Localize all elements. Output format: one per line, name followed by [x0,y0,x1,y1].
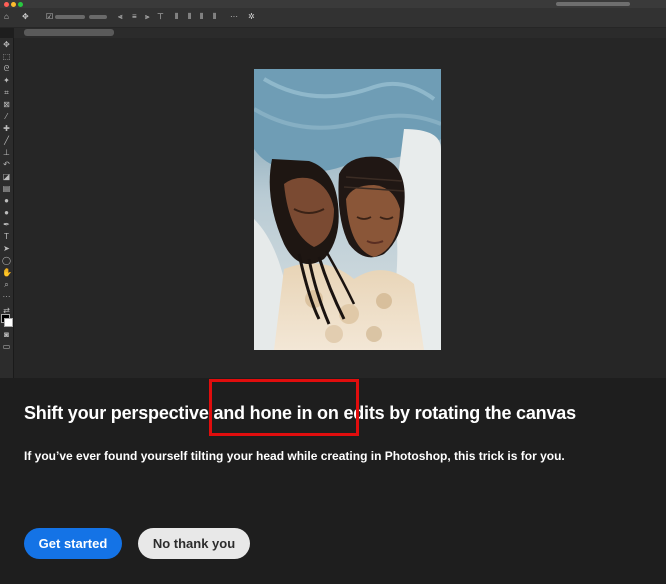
onboarding-description: If you’ve ever found yourself tilting yo… [24,449,565,463]
onboarding-dialog: Shift your perspective and hone in on ed… [0,378,666,584]
eyedropper-tool-icon[interactable]: ⁄ [2,112,11,121]
distribute-spacing-icon[interactable]: ⫴ [213,13,216,21]
more-tools-icon[interactable]: ··· [2,292,11,301]
screen-mode-icon[interactable]: ▭ [2,342,11,351]
pen-tool-icon[interactable]: ✒ [2,220,11,229]
more-icon[interactable]: ··· [230,13,238,21]
crop-tool-icon[interactable]: ⌗ [2,88,11,97]
distribute-right-icon[interactable]: ⫴ [200,13,203,21]
shape-tool-icon[interactable]: ◯ [2,256,11,265]
path-selection-tool-icon[interactable]: ➤ [2,244,11,253]
settings-icon[interactable]: ✲ [248,13,255,21]
clone-stamp-tool-icon[interactable]: ⊥ [2,148,11,157]
align-center-icon[interactable]: ≡ [132,13,137,21]
align-right-icon[interactable]: ⫸ [145,13,150,21]
tools-panel: ✥ ⬚ ᘓ ✦ ⌗ ⊠ ⁄ ✚ ╱ ⊥ ↶ ◪ ▤ ● ● ✒ T ➤ ◯ ✋ … [0,38,14,378]
move-icon[interactable]: ✥ [22,13,29,21]
distribute-center-icon[interactable]: ⫴ [188,13,191,21]
magic-wand-tool-icon[interactable]: ✦ [2,76,11,85]
photo-artwork [254,69,441,350]
type-tool-icon[interactable]: T [2,232,11,241]
align-top-icon[interactable]: ⊤ [157,13,164,21]
no-thank-you-button[interactable]: No thank you [138,528,250,559]
title-bar [0,0,666,8]
close-window-button[interactable] [4,2,9,7]
blur-tool-icon[interactable]: ● [2,196,11,205]
zoom-window-button[interactable] [18,2,23,7]
onboarding-headline: Shift your perspective and hone in on ed… [24,403,576,423]
home-icon[interactable]: ⌂ [4,13,9,21]
frame-tool-icon[interactable]: ⊠ [2,100,11,109]
dodge-tool-icon[interactable]: ● [2,208,11,217]
minimize-window-button[interactable] [11,2,16,7]
gradient-tool-icon[interactable]: ▤ [2,184,11,193]
brush-tool-icon[interactable]: ╱ [2,136,11,145]
background-color-swatch[interactable] [4,318,13,327]
lasso-tool-icon[interactable]: ᘓ [2,64,11,73]
auto-select-checkbox[interactable]: ☑ [46,13,53,21]
align-left-icon[interactable]: ⫷ [118,13,123,21]
transform-controls-toggle[interactable] [89,15,107,19]
zoom-tool-icon[interactable]: ⌕ [2,280,11,289]
options-bar: ⌂ ✥ ☑ ⫷ ≡ ⫸ ⊤ ⫴ ⫴ ⫴ ⫴ ··· ✲ [0,8,666,28]
document-photo [254,69,441,350]
marquee-tool-icon[interactable]: ⬚ [2,52,11,61]
quick-mask-icon[interactable]: ◙ [2,330,11,339]
document-tab-bar [14,28,666,38]
distribute-left-icon[interactable]: ⫴ [175,13,178,21]
move-tool-icon[interactable]: ✥ [2,40,11,49]
auto-select-dropdown[interactable] [55,15,85,19]
document-tab[interactable] [24,29,114,36]
history-brush-tool-icon[interactable]: ↶ [2,160,11,169]
window-title [556,2,630,6]
healing-brush-tool-icon[interactable]: ✚ [2,124,11,133]
get-started-button[interactable]: Get started [24,528,122,559]
hand-tool-icon[interactable]: ✋ [2,268,12,277]
eraser-tool-icon[interactable]: ◪ [2,172,11,181]
